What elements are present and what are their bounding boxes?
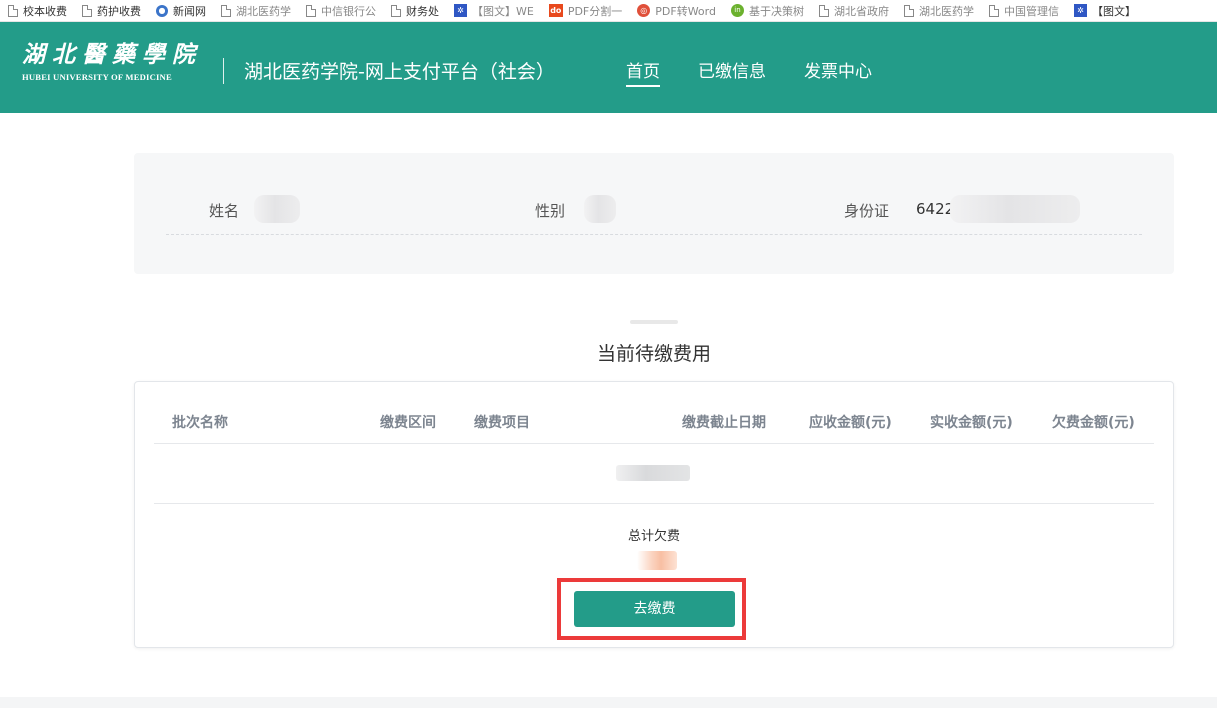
- bookmark-item[interactable]: ● 新闻网: [148, 3, 213, 19]
- globe-icon: ●: [156, 4, 168, 17]
- bookmark-item[interactable]: 湖北医药学: [896, 3, 981, 19]
- col-arrears: 欠费金额(元): [1052, 415, 1135, 431]
- nav-paid-info[interactable]: 已缴信息: [698, 57, 766, 87]
- bookmark-item[interactable]: 校本收费: [0, 3, 74, 19]
- page-icon: [82, 4, 92, 17]
- page-icon: [391, 4, 401, 17]
- id-value-redacted: [950, 195, 1080, 223]
- col-batch-name: 批次名称: [172, 415, 228, 431]
- logo-english-text: HUBEI UNIVERSITY OF MEDICINE: [22, 72, 172, 82]
- section-title: 当前待缴费用: [596, 343, 711, 365]
- bookmark-label: 药护收费: [97, 4, 141, 18]
- bookmark-label: PDF分割一: [567, 4, 623, 18]
- pdf-icon: do: [548, 4, 563, 17]
- page-icon: [818, 4, 829, 17]
- fee-table-header: 批次名称 缴费区间 缴费项目 缴费截止日期 应收金额(元) 实收金额(元) 欠费…: [154, 410, 1154, 444]
- gender-label: 性别: [535, 202, 566, 220]
- bookmark-label: 校本收费: [23, 4, 67, 18]
- bookmark-item[interactable]: ◎ PDF转Word: [629, 3, 723, 19]
- header-divider: [223, 58, 224, 84]
- row-value-redacted: [616, 465, 690, 481]
- bookmark-item[interactable]: 财务处: [383, 3, 446, 19]
- bookmark-item[interactable]: 湖北医药学: [213, 3, 298, 19]
- paw-icon: ✲: [1073, 4, 1087, 17]
- page-icon: [903, 4, 914, 17]
- bookmark-label: 湖北医药学: [918, 4, 974, 18]
- col-receivable: 应收金额(元): [809, 415, 892, 431]
- page-icon: [988, 4, 999, 17]
- bookmark-label: 新闻网: [173, 4, 206, 18]
- profile-card: 姓名 性别 身份证 6422: [134, 153, 1174, 274]
- footer-strip: [0, 697, 1217, 708]
- bookmark-label: 基于决策树: [748, 4, 804, 18]
- bookmark-item[interactable]: do PDF分割一: [541, 3, 629, 19]
- table-row: [154, 444, 1154, 504]
- main-nav: 首页 已缴信息 发票中心: [626, 57, 910, 87]
- fee-card: 批次名称 缴费区间 缴费项目 缴费截止日期 应收金额(元) 实收金额(元) 欠费…: [134, 381, 1174, 648]
- bookmark-label: 湖北省政府: [833, 4, 889, 18]
- name-label: 姓名: [209, 202, 240, 220]
- site-title: 湖北医药学院-网上支付平台（社会）: [244, 61, 555, 83]
- profile-row: 姓名 性别 身份证 6422: [166, 193, 1142, 235]
- bookmarks-bar: 校本收费 药护收费 ● 新闻网 湖北医药学 中信银行公 财务处 ✲ 【图文】WE d…: [0, 0, 1217, 22]
- bookmark-label: PDF转Word: [655, 4, 716, 18]
- total-amount-redacted: [637, 551, 677, 570]
- col-received: 实收金额(元): [930, 415, 1013, 431]
- bookmark-item[interactable]: 中国管理信: [981, 3, 1066, 19]
- bookmark-item[interactable]: 中信银行公: [298, 3, 383, 19]
- bookmark-label: 中信银行公: [321, 4, 376, 18]
- green-icon: in: [730, 4, 744, 17]
- convert-icon: ◎: [637, 4, 651, 17]
- total-arrears-label: 总计欠费: [627, 529, 680, 544]
- bookmark-label: 财务处: [406, 4, 439, 18]
- pay-button[interactable]: 去缴费: [574, 591, 735, 627]
- page-icon: [221, 4, 231, 17]
- bookmark-item[interactable]: ✲ 【图文】WE: [446, 3, 541, 19]
- page-icon: [306, 4, 316, 17]
- name-value-redacted: [254, 195, 300, 223]
- col-item: 缴费项目: [474, 415, 530, 431]
- col-period: 缴费区间: [380, 415, 436, 431]
- site-header: 湖北醫藥學院 HUBEI UNIVERSITY OF MEDICINE 湖北医药…: [0, 22, 1217, 113]
- gender-value-redacted: [584, 195, 616, 223]
- bookmark-item[interactable]: in 基于决策树: [723, 3, 811, 19]
- bookmark-item[interactable]: 药护收费: [74, 3, 148, 19]
- id-label: 身份证: [844, 202, 890, 220]
- col-deadline: 缴费截止日期: [682, 415, 766, 431]
- bookmark-label: 【图文】: [1091, 4, 1136, 18]
- bookmark-label: 中国管理信: [1003, 4, 1059, 18]
- paw-icon: ✲: [454, 4, 467, 17]
- nav-home[interactable]: 首页: [626, 57, 660, 87]
- id-value: 6422: [916, 200, 955, 218]
- logo-chinese-text: 湖北醫藥學院: [22, 41, 202, 68]
- section-decoration: [630, 320, 678, 324]
- bookmark-item[interactable]: ✲ 【图文】: [1066, 3, 1143, 19]
- bookmark-label: 【图文】WE: [472, 4, 534, 18]
- bookmark-item[interactable]: 湖北省政府: [811, 3, 896, 19]
- page-icon: [8, 4, 18, 17]
- bookmark-label: 湖北医药学: [236, 4, 291, 18]
- university-logo[interactable]: 湖北醫藥學院 HUBEI UNIVERSITY OF MEDICINE: [22, 41, 202, 82]
- nav-invoice-center[interactable]: 发票中心: [804, 57, 872, 87]
